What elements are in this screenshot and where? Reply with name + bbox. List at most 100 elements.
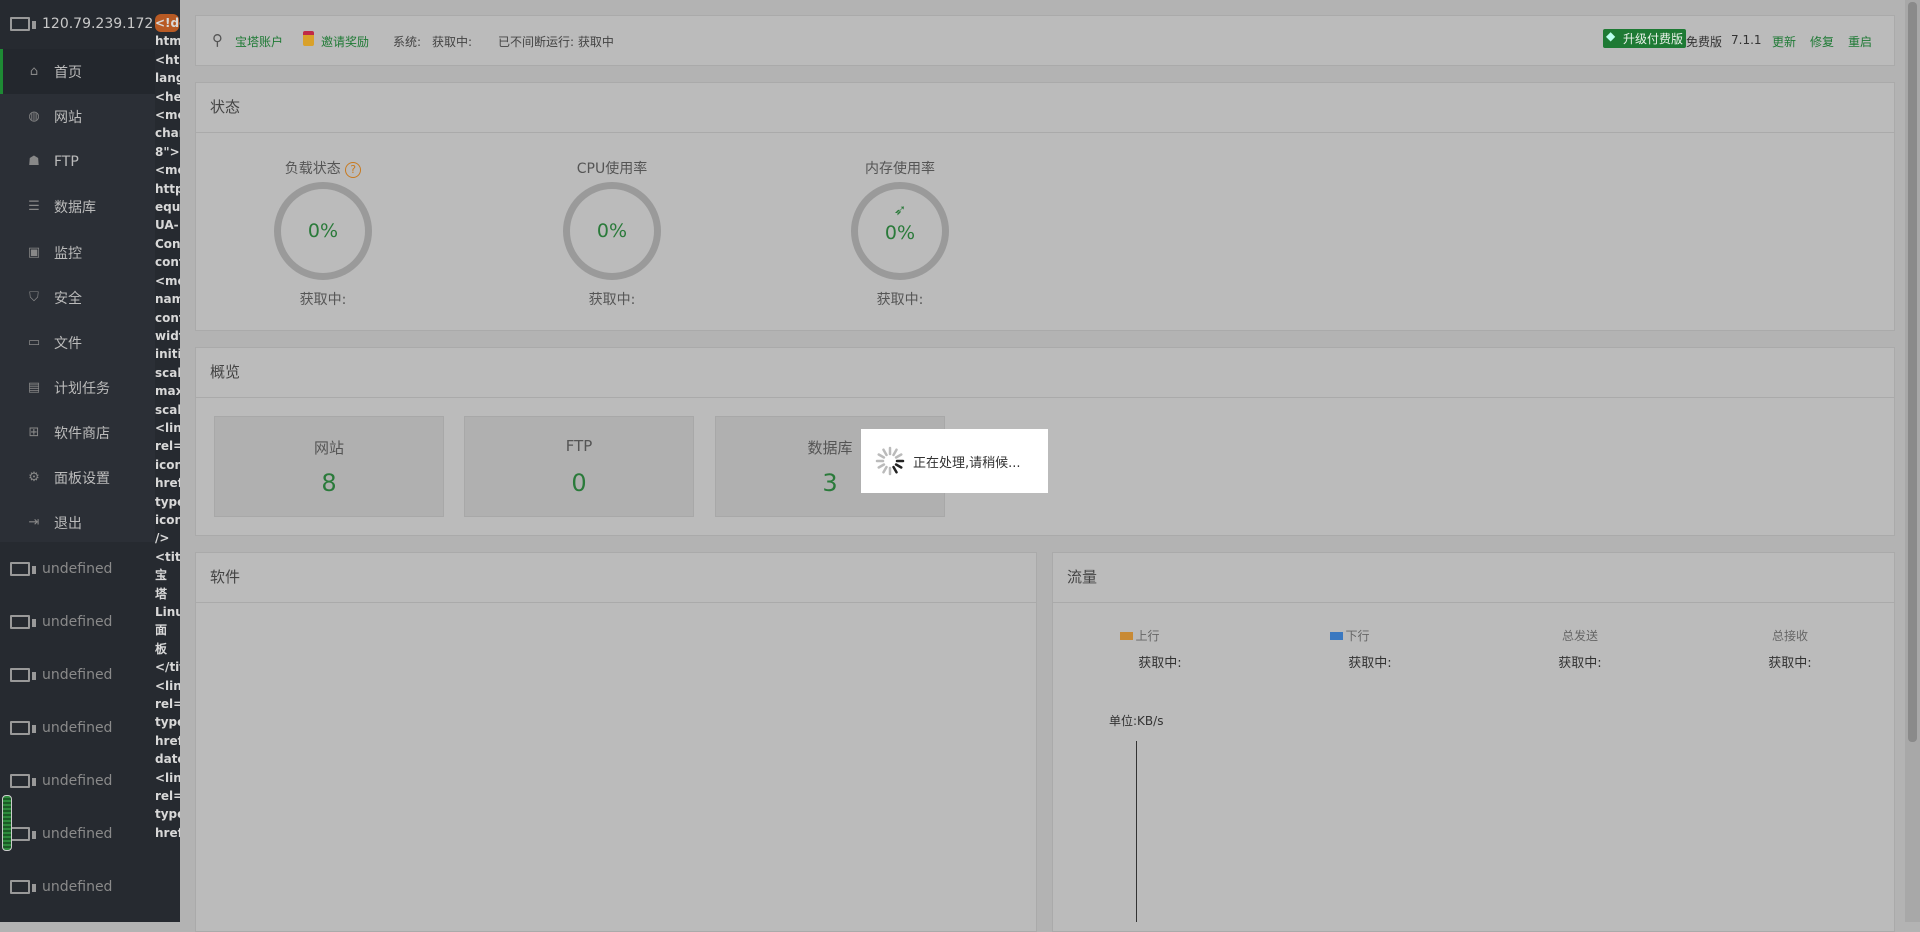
code-line: http (155, 181, 180, 196)
logout-icon: ⇥ (28, 515, 40, 530)
gauge-sub: 获取中: (876, 292, 924, 308)
code-line: cont (155, 255, 180, 270)
loading-dialog: 正在处理,请稍候... (861, 429, 1048, 493)
legend-swatch-up (1120, 632, 1134, 640)
code-line: href (155, 733, 180, 748)
monitor-icon (10, 562, 36, 576)
total-received-label: 总接收 (1771, 629, 1808, 643)
raw-code-strip: <!dohtm <htm lang <hea <me char 8"> <me http equ U… (155, 0, 180, 922)
memory-gauge[interactable]: ➶ 0% (851, 182, 949, 280)
server-item[interactable]: undefined (0, 549, 155, 589)
overview-ftp[interactable]: FTP 0 (464, 416, 694, 517)
invite-link[interactable]: 邀请奖励 (321, 33, 369, 50)
repair-link[interactable]: 修复 (1810, 33, 1834, 50)
monitor-icon (10, 17, 36, 31)
load-gauge[interactable]: 0% (274, 182, 372, 280)
system-value: 获取中: (432, 35, 473, 49)
monitor-icon (10, 721, 36, 735)
monitor-icon (10, 827, 36, 841)
monitor-icon (10, 668, 36, 682)
sidebar-item-0[interactable]: ⌂ 首页 (0, 49, 155, 94)
gauge-label-memory: 内存使用率 (865, 161, 935, 177)
code-line: Linu (155, 605, 180, 619)
monitor-icon (10, 774, 36, 788)
uptime: 已不间断运行: 获取中 (498, 35, 614, 49)
scrollbar-thumb[interactable] (1908, 2, 1917, 742)
code-line: equ (155, 200, 180, 215)
help-icon[interactable]: ? (345, 162, 362, 178)
code-line: <hea (155, 89, 180, 104)
code-line: icon (155, 512, 180, 527)
sidebar-item-6[interactable]: ▭ 文件 (0, 320, 155, 365)
code-line: 宝 (155, 568, 168, 583)
code-line: icon (155, 457, 180, 472)
code-line: <htm (155, 52, 180, 67)
upgrade-button[interactable]: ◆ 升级付费版 (1603, 29, 1687, 48)
rocket-icon[interactable]: ➶ (894, 201, 907, 219)
code-line: <me (155, 273, 180, 288)
sidebar-item-7[interactable]: ▤ 计划任务 (0, 365, 155, 410)
chart-y-axis (1136, 741, 1137, 922)
code-line: href (155, 476, 180, 491)
overview-websites[interactable]: 网站 8 (214, 416, 444, 517)
server-item[interactable]: undefined (0, 708, 155, 748)
database-icon: ☰ (28, 199, 40, 214)
update-link[interactable]: 更新 (1772, 33, 1796, 50)
sidebar-item-3[interactable]: ☰ 数据库 (0, 184, 155, 229)
top-header: ⚲ 宝塔账户 邀请奖励 系统: 获取中: 已不间断运行: 获取中 ◆ 升级付费版 … (195, 15, 1895, 66)
code-line: 塔 (155, 586, 168, 601)
system-label: 系统: (393, 35, 422, 49)
server-item[interactable]: undefined (0, 655, 155, 695)
code-line: UA- (155, 218, 179, 233)
code-line: <me (155, 163, 180, 178)
total-sent-value: 获取中: (1558, 656, 1602, 671)
status-card: 状态 (195, 82, 1895, 331)
code-line: scal (155, 402, 180, 417)
code-line: <me (155, 108, 180, 123)
sidebar-item-9[interactable]: ⚙ 面板设置 (0, 455, 155, 500)
folder-icon: ▭ (27, 335, 41, 350)
scrollbar[interactable] (1905, 0, 1920, 922)
code-line: initi (155, 347, 180, 362)
diamond-icon: ◆ (1606, 29, 1616, 43)
code-line: scal (155, 365, 180, 380)
sidebar-item-4[interactable]: ▣ 监控 (0, 230, 155, 275)
restart-link[interactable]: 重启 (1848, 33, 1872, 50)
account-link[interactable]: 宝塔账户 (235, 33, 283, 50)
sidebar-item-10[interactable]: ⇥ 退出 (0, 500, 155, 545)
code-line: lang (155, 71, 180, 86)
resource-meter (2, 795, 12, 851)
gift-icon (303, 31, 314, 46)
sidebar-item-1[interactable]: ◍ 网站 (0, 94, 155, 139)
code-line: href (155, 825, 180, 840)
server-host[interactable]: 120.79.239.172 (0, 4, 155, 44)
sidebar-item-2[interactable]: ☗ FTP (0, 139, 155, 184)
card-title: 流量 (1067, 568, 1098, 586)
card-title: 软件 (210, 568, 241, 586)
server-item[interactable]: undefined (0, 867, 155, 907)
sidebar-item-8[interactable]: ⊞ 软件商店 (0, 410, 155, 455)
code-line: 面 (155, 623, 168, 638)
code-line: date (155, 752, 180, 767)
code-line: htm (155, 34, 180, 49)
code-line: 板 (155, 641, 168, 656)
monitor-icon (10, 880, 36, 894)
gauge-label-load: 负载状态 ? (223, 158, 423, 178)
version-label: 7.1.1 (1731, 33, 1762, 47)
card-title: 状态 (210, 98, 241, 116)
user-icon: ⚲ (212, 31, 223, 49)
code-line: <linl (155, 420, 180, 435)
edition-label: 免费版 (1686, 35, 1723, 49)
cpu-gauge[interactable]: 0% (563, 182, 661, 280)
sidebar-item-5[interactable]: ⛉ 安全 (0, 275, 155, 320)
code-line: cont (155, 310, 180, 325)
code-line: </tit (155, 660, 180, 675)
code-line: Con (155, 236, 180, 251)
software-card: 软件 (195, 552, 1037, 932)
card-title: 概览 (210, 363, 241, 381)
down-value: 获取中: (1348, 656, 1392, 671)
server-item[interactable]: undefined (0, 814, 155, 854)
server-item[interactable]: undefined (0, 761, 155, 801)
server-item[interactable]: undefined (0, 602, 155, 642)
code-line: <linl (155, 770, 180, 785)
